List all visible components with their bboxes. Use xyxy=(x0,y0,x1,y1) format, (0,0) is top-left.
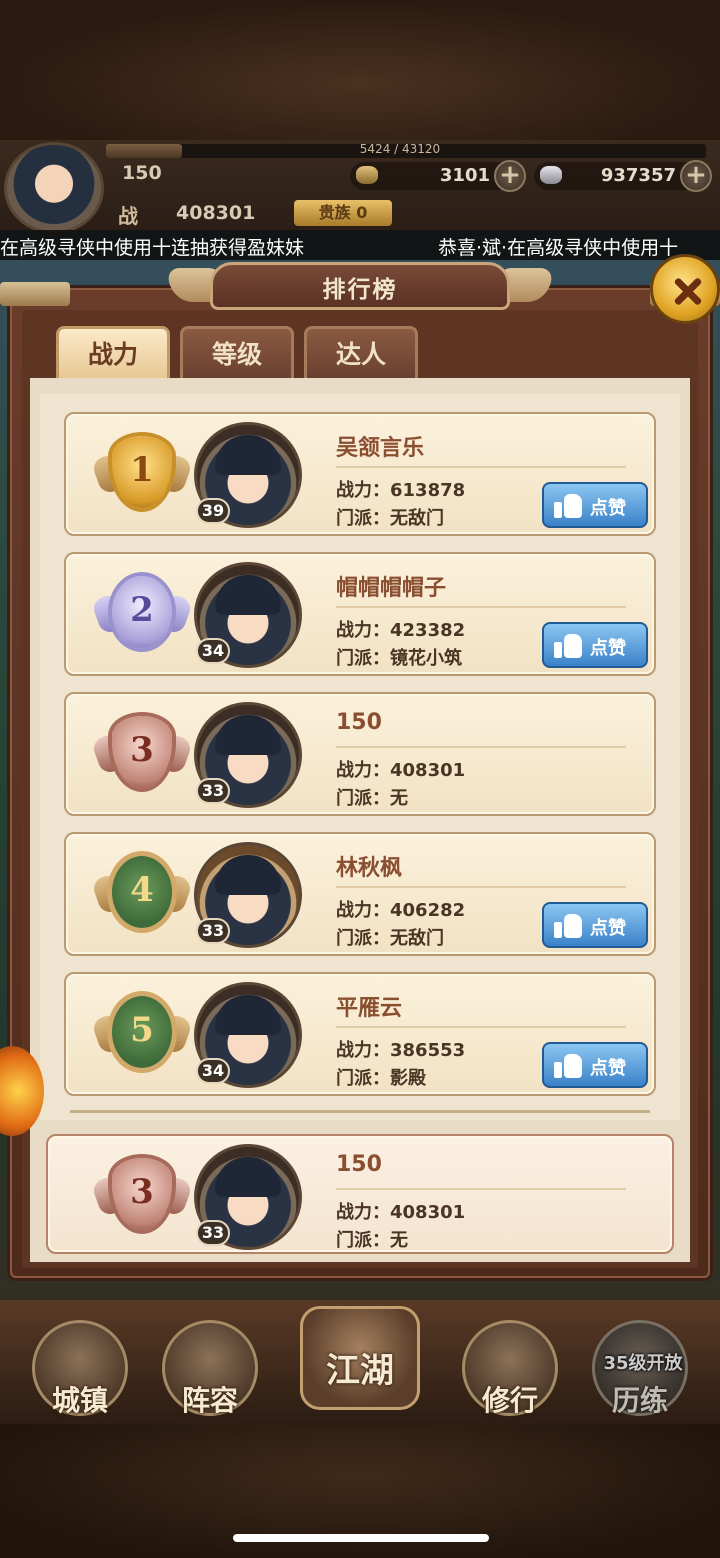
tab-level[interactable]: 等级 xyxy=(180,326,294,378)
nav-trial[interactable]: 历练 35级开放 xyxy=(592,1320,688,1417)
ranking-row: 4 33 林秋枫 战力：406282 门派：无敌门 点赞 xyxy=(64,832,656,956)
player-power: 战力：408301 xyxy=(336,760,466,781)
like-label: 点赞 xyxy=(590,638,626,659)
top-background xyxy=(0,0,720,140)
like-button[interactable]: 点赞 xyxy=(542,1042,648,1088)
rank-medal-bronze: 3 xyxy=(90,1154,194,1240)
exp-text: 5424 / 43120 xyxy=(359,142,441,156)
rank-number: 1 xyxy=(130,450,154,490)
rank-medal-gold: 1 xyxy=(90,432,194,518)
divider xyxy=(336,466,626,468)
divider xyxy=(336,1188,626,1190)
rank-medal-bronze: 3 xyxy=(90,712,194,798)
player-sect: 门派：无 xyxy=(336,788,408,809)
divider xyxy=(336,746,626,748)
rank-number: 3 xyxy=(130,730,154,770)
tab-expert[interactable]: 达人 xyxy=(304,326,418,378)
player-power: 战力：406282 xyxy=(336,900,466,921)
like-label: 点赞 xyxy=(590,918,626,939)
rank-medal-silver: 2 xyxy=(90,572,194,658)
divider xyxy=(336,1026,626,1028)
noble-badge[interactable]: 贵族 0 xyxy=(294,200,392,226)
player-name: 林秋枫 xyxy=(336,856,403,881)
ranking-row: 5 34 平雁云 战力：386553 门派：影殿 点赞 xyxy=(64,972,656,1096)
player-name: 吴颔言乐 xyxy=(336,436,425,461)
add-gold-button[interactable]: + xyxy=(494,160,526,192)
player-sect: 门派：无敌门 xyxy=(336,508,444,529)
player-name: 平雁云 xyxy=(336,996,403,1021)
level-badge: 33 xyxy=(196,918,230,944)
like-label: 点赞 xyxy=(590,1058,626,1079)
rank-medal: 4 xyxy=(90,852,194,938)
like-label: 点赞 xyxy=(590,498,626,519)
player-name: 150 xyxy=(336,710,382,735)
gold-ingot-icon xyxy=(356,166,378,184)
nav-town[interactable]: 城镇 xyxy=(32,1320,128,1417)
nav-trial-lock-text: 35级开放 xyxy=(603,1353,683,1374)
silver-resource: 937357 + xyxy=(534,160,712,192)
player-name: 150 xyxy=(122,162,162,184)
thumbs-up-icon xyxy=(554,1052,582,1078)
panel-ornament-left xyxy=(0,282,70,306)
player-sect: 门派：无 xyxy=(336,1230,408,1251)
level-badge: 34 xyxy=(196,638,230,664)
divider xyxy=(336,606,626,608)
silver-ingot-icon xyxy=(540,166,562,184)
nav-jianghu[interactable]: 江湖 xyxy=(300,1306,420,1410)
player-name: 150 xyxy=(336,1152,382,1177)
gold-value: 3101 xyxy=(439,165,490,186)
rank-medal: 5 xyxy=(90,992,194,1078)
marquee-message-1: 在高级寻侠中使用十连抽获得盈妹妹 xyxy=(0,237,305,259)
rank-number: 2 xyxy=(130,590,154,630)
player-avatar[interactable] xyxy=(4,142,104,234)
gold-resource: 3101 + xyxy=(350,160,526,192)
nav-lineup-label: 阵容 xyxy=(181,1384,238,1417)
broadcast-marquee: 在高级寻侠中使用十连抽获得盈妹妹 恭喜·斌·在高级寻侠中使用十 xyxy=(0,230,720,260)
level-badge: 34 xyxy=(196,1058,230,1084)
rank-number: 3 xyxy=(130,1172,154,1212)
add-silver-button[interactable]: + xyxy=(680,160,712,192)
close-button[interactable] xyxy=(650,254,720,324)
level-badge: 39 xyxy=(196,498,230,524)
self-ranking-row: 3 33 150 战力：408301 门派：无 xyxy=(46,1134,674,1254)
player-sect: 门派：镜花小筑 xyxy=(336,648,462,669)
level-badge: 33 xyxy=(196,778,230,804)
nav-trial-label: 历练 xyxy=(611,1384,668,1417)
power-value: 408301 xyxy=(176,202,256,224)
nav-practice[interactable]: 修行 xyxy=(462,1320,558,1417)
nav-lineup[interactable]: 阵容 xyxy=(162,1320,258,1417)
rank-number: 4 xyxy=(130,870,154,910)
nav-practice-label: 修行 xyxy=(481,1384,538,1417)
power-icon: 战 xyxy=(118,204,138,228)
rank-number: 5 xyxy=(130,1010,154,1050)
player-power: 战力：423382 xyxy=(336,620,466,641)
nav-town-label: 城镇 xyxy=(51,1384,108,1417)
player-power: 战力：386553 xyxy=(336,1040,466,1061)
like-button[interactable]: 点赞 xyxy=(542,482,648,528)
thumbs-up-icon xyxy=(554,912,582,938)
home-indicator[interactable] xyxy=(233,1534,489,1542)
list-separator xyxy=(70,1110,650,1113)
thumbs-up-icon xyxy=(554,632,582,658)
like-button[interactable]: 点赞 xyxy=(542,902,648,948)
player-sect: 门派：无敌门 xyxy=(336,928,444,949)
player-name: 帽帽帽帽子 xyxy=(336,576,447,601)
thumbs-up-icon xyxy=(554,492,582,518)
ranking-row: 1 39 吴颔言乐 战力：613878 门派：无敌门 点赞 xyxy=(64,412,656,536)
divider xyxy=(336,886,626,888)
player-sect: 门派：影殿 xyxy=(336,1068,426,1089)
ranking-row: 2 34 帽帽帽帽子 战力：423382 门派：镜花小筑 点赞 xyxy=(64,552,656,676)
like-button[interactable]: 点赞 xyxy=(542,622,648,668)
nav-jianghu-label: 江湖 xyxy=(326,1351,394,1391)
panel-title: 排行榜 xyxy=(322,277,398,303)
player-power: 战力：408301 xyxy=(336,1202,466,1223)
silver-value: 937357 xyxy=(600,165,676,186)
exp-bar-fill xyxy=(106,144,182,158)
player-power: 战力：613878 xyxy=(336,480,466,501)
tab-power[interactable]: 战力 xyxy=(56,326,170,378)
ranking-row: 3 33 150 战力：408301 门派：无 xyxy=(64,692,656,816)
level-badge: 33 xyxy=(196,1220,230,1246)
marquee-message-2: 恭喜·斌·在高级寻侠中使用十 xyxy=(438,237,679,259)
